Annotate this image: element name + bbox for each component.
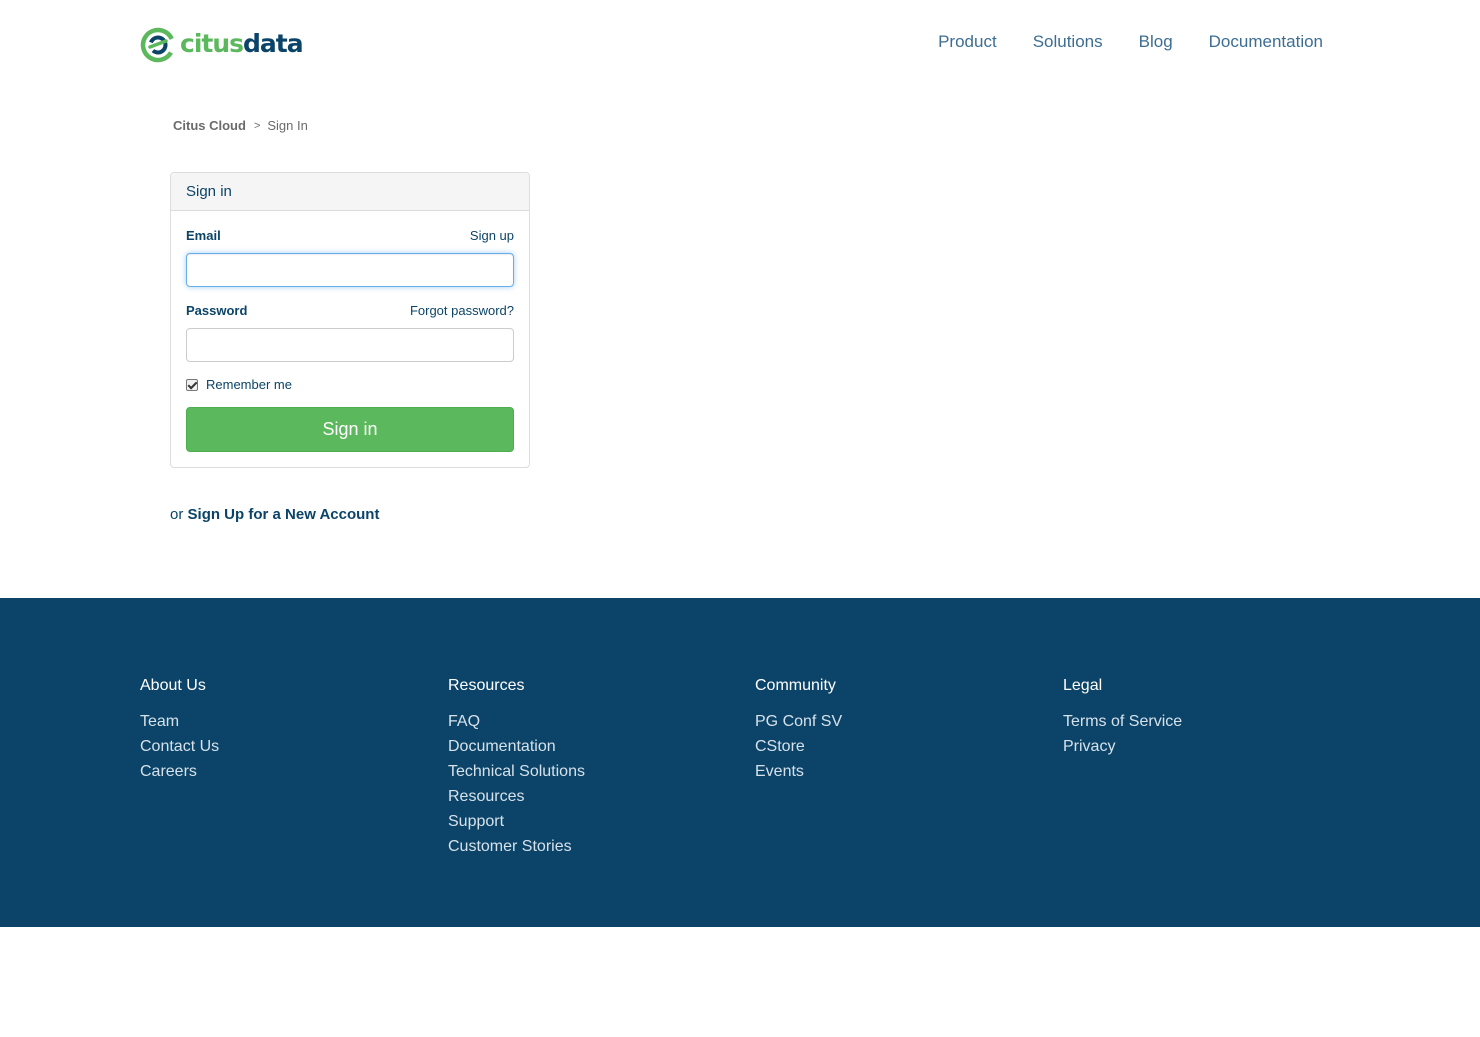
footer-col-legal: Legal Terms of Service Privacy — [1063, 677, 1182, 759]
footer-col-about: About Us Team Contact Us Careers — [140, 677, 219, 784]
breadcrumb-current: Sign In — [267, 118, 308, 133]
main-nav: Product Solutions Blog Documentation — [938, 32, 1323, 52]
logo-wordmark: citusdata — [180, 28, 304, 58]
footer-link-customer-stories[interactable]: Customer Stories — [448, 838, 572, 855]
footer-link-cstore[interactable]: CStore — [755, 738, 805, 755]
forgot-password-link[interactable]: Forgot password? — [410, 303, 514, 318]
footer-link-terms[interactable]: Terms of Service — [1063, 713, 1182, 730]
remember-me-checkbox[interactable] — [186, 378, 198, 391]
footer-heading-resources: Resources — [448, 677, 525, 694]
footer-link-contact[interactable]: Contact Us — [140, 738, 219, 755]
password-field[interactable] — [186, 328, 514, 362]
email-field[interactable] — [186, 253, 514, 287]
footer-link-documentation[interactable]: Documentation — [448, 738, 556, 755]
footer-link-events[interactable]: Events — [755, 763, 804, 780]
breadcrumb-separator: > — [253, 119, 261, 132]
nav-documentation[interactable]: Documentation — [1209, 32, 1323, 52]
footer-link-team[interactable]: Team — [140, 713, 179, 730]
password-label-row: Password Forgot password? — [186, 303, 514, 318]
footer-col-resources: Resources FAQ Documentation Technical So… — [448, 677, 585, 859]
signup-prompt-prefix: or — [170, 506, 184, 523]
footer-heading-community: Community — [755, 677, 836, 694]
sign-up-new-account-link[interactable]: Sign Up for a New Account — [188, 506, 380, 523]
citusdata-logo[interactable]: citusdata — [140, 27, 304, 63]
footer-link-faq[interactable]: FAQ — [448, 713, 480, 730]
footer-heading-about: About Us — [140, 677, 206, 694]
footer-link-privacy[interactable]: Privacy — [1063, 738, 1115, 755]
breadcrumb-citus-cloud[interactable]: Citus Cloud — [173, 118, 246, 133]
citus-logo-icon — [140, 27, 176, 63]
remember-me-row: Remember me — [186, 377, 292, 392]
password-label: Password — [186, 303, 248, 318]
signup-prompt: or Sign Up for a New Account — [170, 506, 379, 523]
sign-in-button[interactable]: Sign in — [186, 407, 514, 452]
nav-blog[interactable]: Blog — [1139, 32, 1173, 52]
nav-solutions[interactable]: Solutions — [1033, 32, 1103, 52]
signin-panel: Sign in Email Sign up Password Forgot pa… — [170, 172, 530, 468]
footer-heading-legal: Legal — [1063, 677, 1103, 694]
email-label: Email — [186, 228, 221, 243]
nav-product[interactable]: Product — [938, 32, 997, 52]
footer-col-community: Community PG Conf SV CStore Events — [755, 677, 842, 784]
remember-me-label[interactable]: Remember me — [206, 377, 292, 392]
site-header: citusdata Product Solutions Blog Documen… — [0, 0, 1480, 90]
footer-link-pg-conf-sv[interactable]: PG Conf SV — [755, 713, 842, 730]
footer-link-resources[interactable]: Resources — [448, 788, 524, 805]
footer-link-technical-solutions[interactable]: Technical Solutions — [448, 763, 585, 780]
email-label-row: Email Sign up — [186, 228, 514, 243]
breadcrumb: Citus Cloud > Sign In — [173, 118, 308, 133]
sign-up-link[interactable]: Sign up — [470, 228, 514, 243]
footer-link-support[interactable]: Support — [448, 813, 504, 830]
site-footer: About Us Team Contact Us Careers Resourc… — [0, 598, 1480, 927]
footer-link-careers[interactable]: Careers — [140, 763, 197, 780]
signin-panel-title: Sign in — [171, 173, 529, 211]
